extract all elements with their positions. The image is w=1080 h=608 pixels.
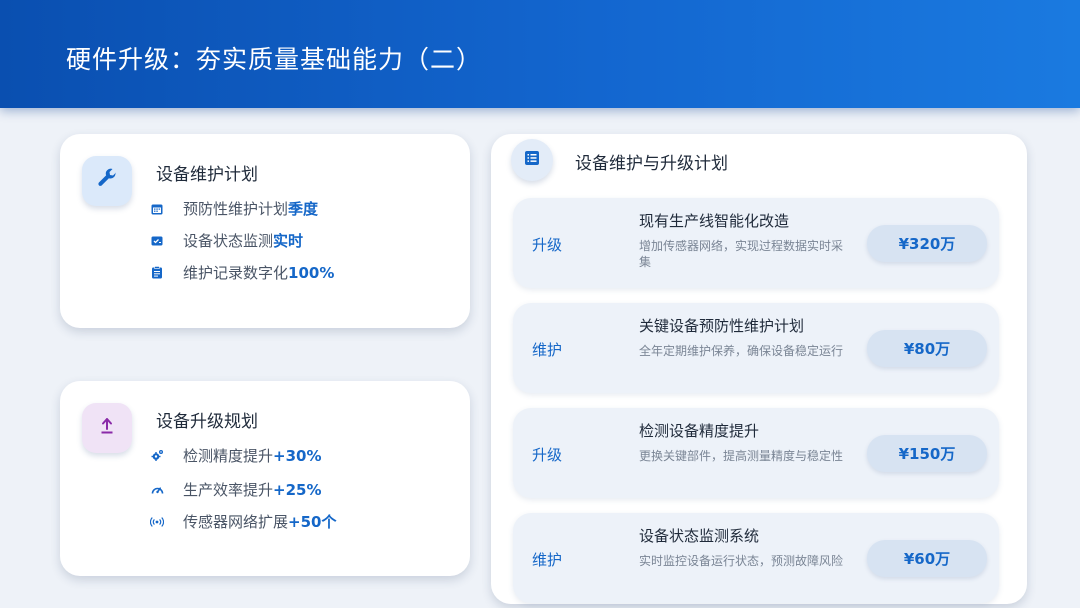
maintenance-item-text: 维护记录数字化 [183, 264, 289, 282]
wrench-icon-box [82, 156, 132, 206]
plan-row-price: ¥60万 [867, 540, 987, 577]
plan-row: 维护 设备状态监测系统 实时监控设备运行状态，预测故障风险 ¥60万 [513, 513, 999, 603]
upgrade-item-highlight: +25% [273, 480, 322, 499]
plan-row-description: 更换关键部件，提高测量精度与稳定性 [639, 449, 844, 463]
monitor-check-icon [150, 234, 164, 248]
maintenance-item-text: 设备状态监测 [183, 232, 274, 250]
broadcast-icon [150, 515, 164, 529]
upgrade-item-text: 传感器网络扩展 [183, 513, 289, 531]
maintenance-item-3: 维护记录数字化 100% [150, 262, 334, 283]
upgrade-card: 设备升级规划 检测精度提升 +30% 生产效率提升 +25% 传感器网络扩展 +50个 [60, 381, 470, 576]
upgrade-card-title: 设备升级规划 [156, 412, 258, 432]
plan-row-title: 设备状态监测系统 [639, 527, 760, 545]
plan-row: 维护 关键设备预防性维护计划 全年定期维护保养，确保设备稳定运行 ¥80万 [513, 303, 999, 393]
maintenance-item-highlight: 实时 [273, 232, 304, 250]
wrench-icon [95, 167, 119, 195]
plan-row-title: 检测设备精度提升 [639, 422, 760, 440]
upgrade-item-highlight: +30% [273, 446, 322, 465]
page-title: 硬件升级：夯实质量基础能力（二） [66, 45, 483, 74]
upgrade-item-3: 传感器网络扩展 +50个 [150, 511, 336, 532]
maintenance-card-title: 设备维护计划 [156, 165, 258, 185]
plan-row-tag: 维护 [532, 341, 563, 359]
calendar-icon [150, 202, 164, 216]
plan-row-title: 现有生产线智能化改造 [639, 212, 790, 230]
plan-row-tag: 升级 [532, 446, 563, 464]
plan-row-description: 全年定期维护保养，确保设备稳定运行 [639, 344, 844, 358]
plan-row-description: 增加传感器网络，实现过程数据实时采集 [639, 239, 844, 269]
plan-card: 设备维护与升级计划 升级 现有生产线智能化改造 增加传感器网络，实现过程数据实时… [491, 134, 1027, 604]
upload-icon-box [82, 403, 132, 453]
plan-card-title: 设备维护与升级计划 [575, 154, 728, 174]
plan-row-tag: 维护 [532, 551, 563, 569]
maintenance-item-text: 预防性维护计划 [183, 200, 289, 218]
plan-row-price: ¥80万 [867, 330, 987, 367]
plan-row-title: 关键设备预防性维护计划 [639, 317, 805, 335]
upgrade-item-1: 检测精度提升 +30% [150, 445, 322, 466]
maintenance-item-2: 设备状态监测 实时 [150, 230, 303, 251]
clipboard-icon [150, 266, 164, 280]
plan-row-tag: 升级 [532, 236, 563, 254]
maintenance-item-highlight: 100% [288, 263, 335, 282]
upgrade-item-text: 检测精度提升 [183, 447, 274, 465]
maintenance-card: 设备维护计划 预防性维护计划 季度 设备状态监测 实时 维护记录数字化 100% [60, 134, 470, 328]
upload-icon [100, 417, 114, 439]
plan-row-price: ¥320万 [867, 225, 987, 262]
upgrade-item-text: 生产效率提升 [183, 481, 274, 499]
maintenance-item-1: 预防性维护计划 季度 [150, 198, 318, 219]
gears-icon [150, 449, 164, 463]
plan-row-price: ¥150万 [867, 435, 987, 472]
maintenance-item-highlight: 季度 [288, 200, 319, 218]
list-icon [524, 150, 540, 170]
gauge-icon [150, 483, 164, 497]
list-icon-box [511, 139, 553, 181]
plan-row: 升级 现有生产线智能化改造 增加传感器网络，实现过程数据实时采集 ¥320万 [513, 198, 999, 288]
page-header: 硬件升级：夯实质量基础能力（二） [0, 0, 1080, 108]
plan-row-description: 实时监控设备运行状态，预测故障风险 [639, 554, 844, 568]
plan-row: 升级 检测设备精度提升 更换关键部件，提高测量精度与稳定性 ¥150万 [513, 408, 999, 498]
upgrade-item-highlight: +50个 [288, 513, 337, 531]
upgrade-item-2: 生产效率提升 +25% [150, 479, 322, 500]
